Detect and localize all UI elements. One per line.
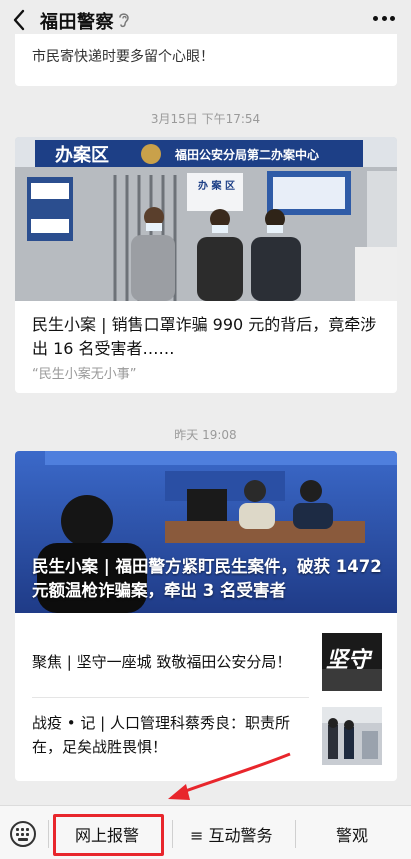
list-item[interactable]: 聚焦 | 坚守一座城 致敬福田公安分局！ 坚守 (15, 627, 397, 697)
ear-listen-icon[interactable] (117, 10, 131, 30)
article-source: “民生小案无小事” (32, 367, 137, 382)
article-headline: 民生小案 | 销售口罩诈骗 990 元的背后，竟牵涉出 16 名受害者…… (32, 315, 377, 358)
highlight-box (53, 814, 164, 856)
sign-center: 福田公安分局第二办案中心 (174, 147, 319, 162)
list-item-title: 聚焦 | 坚守一座城 致敬福田公安分局！ (32, 653, 292, 671)
list-item[interactable]: 战疫 • 记 | 人口管理科蔡秀良：职责所在，足矣战胜畏惧！ (15, 701, 397, 771)
cover-headline: 民生小案 | 福田警方紧盯民生案件，破获 1472 元额温枪诈骗案，牵出 3 名… (32, 557, 382, 600)
menu-interactive-police[interactable]: ≡ 互动警务 (190, 822, 273, 846)
list-item-title: 战疫 • 记 | 人口管理科蔡秀良：职责所在，足矣战胜畏惧！ (32, 714, 290, 756)
prev-article-card[interactable]: 市民寄快递时要多留个心眼！ (15, 34, 397, 86)
sign-board: 办 案 区 (198, 179, 235, 192)
message-timestamp: 3月15日 下午17:54 (150, 112, 261, 126)
article-group-card[interactable]: 民生小案 | 福田警方紧盯民生案件，破获 1472 元额温枪诈骗案，牵出 3 名… (15, 451, 397, 781)
more-options-icon[interactable] (373, 16, 395, 22)
account-title: 福田警察 (40, 12, 114, 33)
list-item-thumbnail (322, 707, 382, 765)
menu-separator (295, 820, 296, 848)
back-arrow-icon[interactable] (10, 8, 30, 32)
thumb-text: 坚守 (326, 647, 373, 673)
keyboard-toggle-icon[interactable] (10, 821, 36, 847)
sign-area: 办案区 (55, 144, 109, 166)
message-timestamp: 昨天 19:08 (174, 428, 237, 442)
divider (32, 697, 309, 698)
prev-article-snippet: 市民寄快递时要多留个心眼！ (32, 49, 214, 65)
list-item-thumbnail: 坚守 (322, 633, 382, 691)
article-card[interactable]: 办案区 福田公安分局第二办案中心 办 案 区 民生小案 | 销售口罩诈骗 990… (15, 137, 397, 393)
menu-separator (172, 820, 173, 848)
menu-police-view[interactable]: 警观 (336, 822, 368, 846)
menu-separator (48, 820, 49, 848)
article-cover-image: 办案区 福田公安分局第二办案中心 办 案 区 (15, 137, 397, 301)
